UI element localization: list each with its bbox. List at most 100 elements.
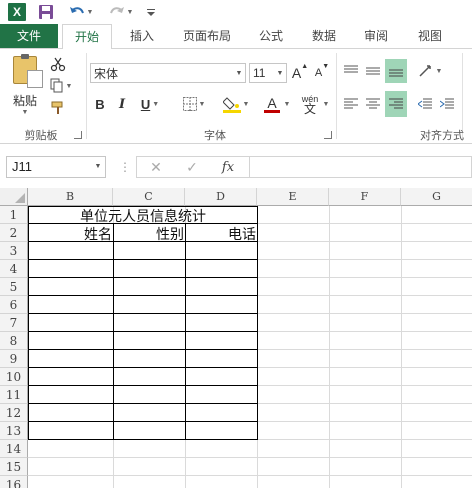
align-right-button[interactable] [385,91,407,117]
column-header-b[interactable]: B [28,188,113,206]
formula-input[interactable] [250,156,472,178]
grow-font-button[interactable]: A ▲ [291,63,309,83]
formula-bar-grip[interactable]: ⋮ [119,160,131,174]
fill-color-dropdown-icon[interactable]: ▼ [243,101,250,108]
name-box[interactable]: J11 ▼ [6,156,106,178]
grow-font-icon: A [291,65,302,81]
copy-dropdown-icon[interactable]: ▼ [66,83,73,90]
paste-icon [13,54,43,88]
fill-bucket-icon [222,97,241,113]
row-header[interactable]: 16 [0,476,28,488]
increase-indent-button[interactable] [438,93,456,115]
bold-button[interactable]: B [92,93,108,115]
column-header-e[interactable]: E [257,188,329,206]
clipboard-launcher-icon[interactable] [74,131,82,139]
worksheet-grid[interactable]: B C D E F G 1 2 3 4 5 6 7 8 9 10 11 12 13 14 15 16 单位元人… [0,188,472,488]
row-header[interactable]: 15 [0,458,28,476]
row-header[interactable]: 14 [0,440,28,458]
tab-file[interactable]: 文件 [0,24,58,48]
row-header[interactable]: 7 [0,314,28,332]
align-bottom-button[interactable] [385,59,407,83]
underline-button[interactable]: U ▼ [136,93,164,115]
tab-review[interactable]: 审阅 [354,24,398,48]
font-group-label: 字体 [204,130,226,142]
borders-dropdown-icon[interactable]: ▼ [199,101,206,108]
font-color-dropdown-icon[interactable]: ▼ [284,93,291,115]
excel-logo-letter: X [8,3,26,21]
row-header[interactable]: 8 [0,332,28,350]
copy-icon[interactable]: ▼ [48,77,74,95]
column-header-c[interactable]: C [113,188,185,206]
cut-icon[interactable] [48,55,68,73]
shrink-font-button[interactable]: A ▼ [313,63,331,83]
quick-access-toolbar: X ▼ ▼ [0,0,472,24]
borders-icon [182,97,197,111]
row-header[interactable]: 12 [0,404,28,422]
row-header[interactable]: 4 [0,260,28,278]
table-border-line [28,223,258,224]
format-painter-icon[interactable] [48,99,68,117]
row-header[interactable]: 6 [0,296,28,314]
phonetic-button[interactable]: wén 文 [298,91,322,117]
tab-view[interactable]: 视图 [408,24,452,48]
table-border-line [28,349,258,350]
row-header[interactable]: 13 [0,422,28,440]
italic-button[interactable]: I [114,93,130,115]
font-size-value: 11 [253,66,266,80]
align-left-button[interactable] [342,93,360,115]
tab-home[interactable]: 开始 [62,24,112,49]
font-launcher-icon[interactable] [324,131,332,139]
decrease-indent-button[interactable] [416,93,434,115]
row-header[interactable]: 2 [0,224,28,242]
row-header[interactable]: 1 [0,206,28,224]
row-header[interactable]: 10 [0,368,28,386]
column-header-g[interactable]: G [401,188,472,206]
orientation-dropdown-icon[interactable]: ▼ [436,68,443,75]
paste-dropdown-icon[interactable]: ▼ [22,109,29,116]
underline-dropdown-icon[interactable]: ▼ [152,101,159,108]
gridline-vertical [329,206,330,488]
chevron-down-icon[interactable]: ▼ [233,64,245,82]
clipboard-group-label: 剪贴板 [24,130,58,142]
align-center-button[interactable] [364,93,382,115]
row-header[interactable]: 9 [0,350,28,368]
row-header[interactable]: 5 [0,278,28,296]
paste-button[interactable]: 粘贴 ▼ [6,54,44,117]
customize-qat-icon[interactable] [145,2,157,22]
undo-icon[interactable]: ▼ [66,2,96,22]
table-border-line [185,223,186,440]
undo-dropdown-icon[interactable]: ▼ [87,9,94,16]
align-top-button[interactable] [342,61,360,81]
tab-page-layout[interactable]: 页面布局 [172,24,242,48]
borders-button[interactable]: ▼ [178,93,210,115]
alignment-group-label: 对齐方式 [420,130,464,142]
row-header[interactable]: 3 [0,242,28,260]
column-header-f[interactable]: F [329,188,401,206]
select-all-button[interactable] [0,188,28,206]
font-size-select[interactable]: 11 ▼ [249,63,287,83]
phonetic-dropdown-icon[interactable]: ▼ [322,93,330,115]
align-middle-button[interactable] [364,61,382,81]
tab-formulas[interactable]: 公式 [250,24,292,48]
cancel-icon: ✕ [150,158,162,175]
name-box-value: J11 [12,159,32,174]
table-border-line [28,367,258,368]
paste-label: 粘贴 [12,94,37,108]
font-color-icon: A [267,94,277,111]
save-icon[interactable] [37,2,55,22]
tab-data[interactable]: 数据 [302,24,346,48]
table-border-line [28,313,258,314]
column-header-d[interactable]: D [185,188,257,206]
underline-icon: U [140,96,151,112]
chevron-down-icon[interactable]: ▼ [274,64,286,82]
chevron-down-icon[interactable]: ▼ [92,158,104,176]
font-name-select[interactable]: 宋体 ▼ [90,63,246,83]
tab-insert[interactable]: 插入 [118,24,166,48]
orientation-button[interactable]: ▼ [416,61,444,81]
fill-color-button[interactable]: ▼ [220,93,252,115]
table-border-line [28,277,258,278]
shrink-font-icon: A [314,67,323,79]
table-border-line [113,223,114,440]
row-header[interactable]: 11 [0,386,28,404]
insert-function-button[interactable]: fx [213,157,243,177]
